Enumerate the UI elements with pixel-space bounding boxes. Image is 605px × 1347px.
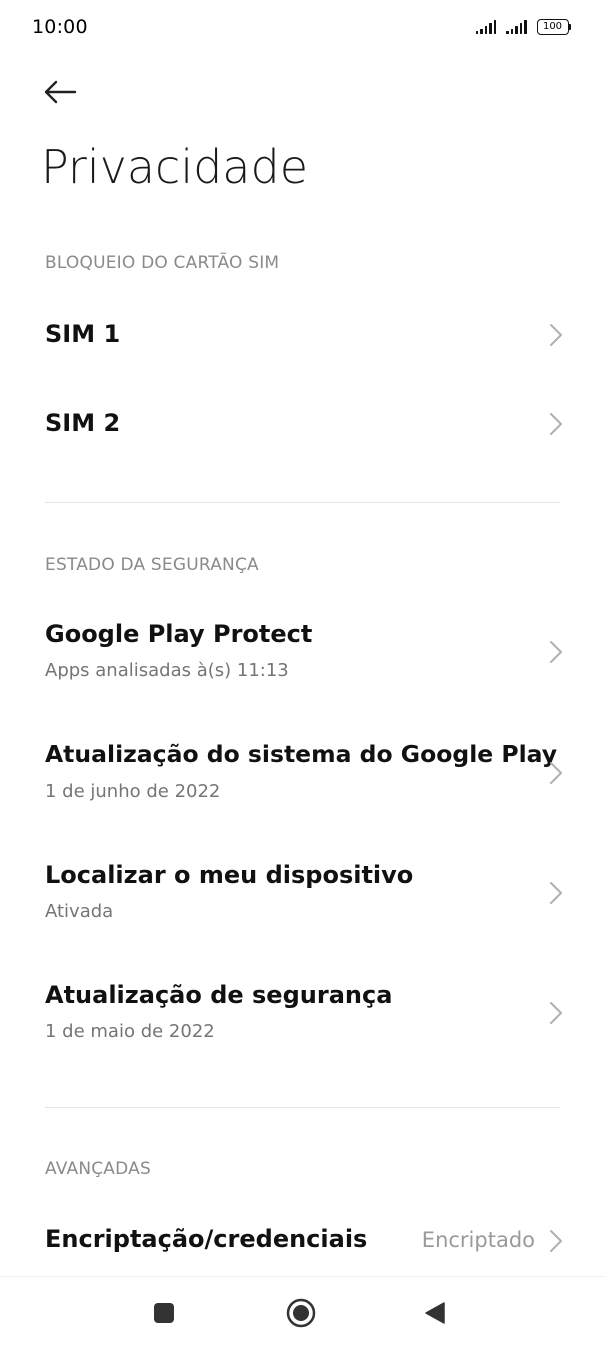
section-header-sim-lock: BLOQUEIO DO CARTÃO SIM xyxy=(45,253,280,273)
recents-square-icon xyxy=(154,1303,174,1323)
signal-sim1-icon xyxy=(475,20,496,34)
list-item-security-update[interactable]: Atualização de segurança 1 de maio de 20… xyxy=(0,960,605,1070)
list-item-find-my-device[interactable]: Localizar o meu dispositivo Ativada xyxy=(0,840,605,950)
list-item-title: Google Play Protect xyxy=(45,620,313,648)
list-item-title: Localizar o meu dispositivo xyxy=(45,861,414,889)
back-triangle-icon xyxy=(425,1302,445,1324)
list-item-sim-2[interactable]: SIM 2 xyxy=(0,380,605,470)
home-circle-icon xyxy=(286,1298,316,1328)
list-item-google-play-system-update[interactable]: Atualização do sistema do Google Play 1 … xyxy=(0,720,605,830)
list-item-subtitle: Apps analisadas à(s) 11:13 xyxy=(45,660,289,681)
back-nav-button[interactable] xyxy=(413,1291,457,1335)
status-time: 10:00 xyxy=(32,16,88,38)
recents-button[interactable] xyxy=(142,1291,186,1335)
page-title: Privacidade xyxy=(41,140,308,194)
divider xyxy=(45,502,560,503)
chevron-right-icon xyxy=(550,1002,562,1024)
list-item-value: Encriptado xyxy=(421,1228,535,1252)
chevron-right-icon xyxy=(550,882,562,904)
arrow-left-icon xyxy=(44,80,77,104)
list-item-title: SIM 2 xyxy=(45,409,121,437)
divider xyxy=(45,1107,560,1108)
list-item-subtitle: 1 de junho de 2022 xyxy=(45,781,221,802)
section-header-advanced: AVANÇADAS xyxy=(45,1159,151,1179)
section-header-security-status: ESTADO DA SEGURANÇA xyxy=(45,555,259,575)
chevron-right-icon xyxy=(550,641,562,663)
chevron-right-icon xyxy=(550,762,562,784)
list-item-subtitle: Ativada xyxy=(45,901,114,922)
chevron-right-icon xyxy=(550,324,562,346)
signal-sim2-icon xyxy=(506,20,527,34)
chevron-right-icon xyxy=(550,1230,562,1252)
battery-icon: 100 xyxy=(536,19,571,35)
list-item-title: SIM 1 xyxy=(45,320,121,348)
list-item-google-play-protect[interactable]: Google Play Protect Apps analisadas à(s)… xyxy=(0,600,605,710)
list-item-title: Atualização do sistema do Google Play xyxy=(45,740,558,768)
list-item-title: Encriptação/credenciais xyxy=(45,1225,368,1253)
list-item-sim-1[interactable]: SIM 1 xyxy=(0,290,605,380)
battery-level: 100 xyxy=(536,19,569,35)
home-button[interactable] xyxy=(279,1291,323,1335)
navigation-bar xyxy=(0,1276,605,1347)
back-button[interactable] xyxy=(36,70,84,114)
status-icons: 100 xyxy=(475,19,571,35)
status-bar: 10:00 100 xyxy=(0,0,605,58)
list-item-subtitle: 1 de maio de 2022 xyxy=(45,1021,215,1042)
list-item-encryption-credentials[interactable]: Encriptação/credenciais Encriptado xyxy=(0,1200,605,1276)
chevron-right-icon xyxy=(550,413,562,435)
list-item-title: Atualização de segurança xyxy=(45,981,393,1009)
